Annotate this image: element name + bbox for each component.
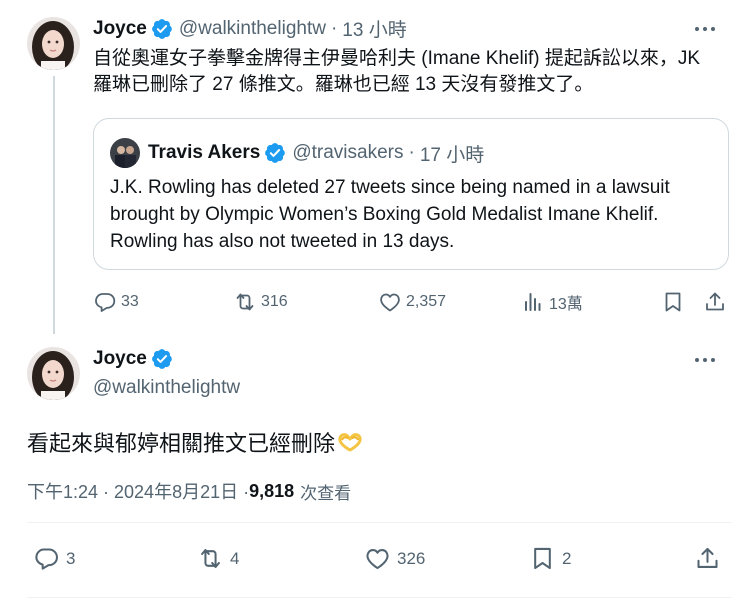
- like-icon: [380, 293, 400, 312]
- bookmark-icon: [534, 547, 551, 570]
- reply-button[interactable]: 33: [93, 290, 139, 314]
- tweet-meta: 下午1:24 · 2024年8月21日 · 9,818 次查看: [27, 478, 351, 504]
- quoted-tweet-text: J.K. Rowling has deleted 27 tweets since…: [110, 177, 670, 252]
- repost-button[interactable]: 316: [233, 290, 288, 314]
- avatar[interactable]: [27, 347, 80, 400]
- reply-count: 33: [121, 293, 139, 310]
- like-count: 326: [397, 548, 426, 568]
- reply-icon: [35, 548, 58, 570]
- repost-icon: [236, 293, 254, 311]
- reply-button[interactable]: 3: [33, 545, 75, 572]
- views-count: 13萬: [549, 296, 583, 313]
- share-button[interactable]: [694, 545, 727, 572]
- verified-badge-icon: [151, 348, 173, 370]
- repost-count: 4: [230, 548, 240, 568]
- separator-dot: ·: [330, 17, 338, 39]
- repost-icon: [201, 549, 220, 568]
- tweet-text: 自從奧運女子拳擊金牌得主伊曼哈利夫 (Imane Khelif) 提起訴訟以來，…: [93, 48, 700, 95]
- reply-icon: [95, 293, 116, 312]
- verified-badge-icon: [264, 142, 286, 164]
- quoted-tweet[interactable]: Travis Akers @travisakers · 17 小時 J.K. R…: [93, 118, 729, 270]
- author-name[interactable]: Joyce: [93, 18, 147, 40]
- quoted-avatar: [110, 138, 140, 168]
- quoted-tweet-time: 17 小時: [419, 144, 485, 166]
- bookmark-button[interactable]: 2: [529, 545, 571, 572]
- share-icon: [697, 547, 718, 568]
- tweet-time[interactable]: 13 小時: [342, 15, 406, 42]
- author-handle[interactable]: @walkinthelightw: [93, 377, 240, 399]
- tweet-header: Joyce @walkinthelightw · 13 小時: [93, 15, 407, 42]
- divider: [27, 522, 732, 523]
- repost-count: 316: [261, 293, 288, 310]
- bookmark-count: 2: [562, 548, 572, 568]
- views-button[interactable]: 13萬: [521, 290, 583, 314]
- separator-dot: ·: [408, 142, 415, 163]
- like-button[interactable]: 326: [364, 545, 425, 572]
- repost-button[interactable]: 4: [197, 545, 239, 572]
- share-button[interactable]: [703, 290, 731, 314]
- like-count: 2,357: [406, 293, 447, 310]
- tweet-actions-bar: 33 316 2,357 13萬: [93, 288, 732, 316]
- more-icon[interactable]: [692, 18, 718, 40]
- tweet-header: Joyce: [93, 348, 173, 370]
- views-icon: [525, 293, 541, 311]
- bookmark-button[interactable]: [661, 290, 689, 314]
- quoted-author-handle: @travisakers: [292, 142, 404, 163]
- avatar[interactable]: [27, 17, 80, 70]
- thread-connector-line: [53, 76, 55, 334]
- quoted-author-name: Travis Akers: [148, 142, 261, 163]
- more-icon[interactable]: [692, 349, 718, 371]
- share-icon: [706, 292, 724, 311]
- tweet-text-row: 看起來與郁婷相關推文已經刪除: [27, 426, 363, 458]
- tweet-actions-bar: 3 4 326 2: [27, 545, 732, 575]
- bookmark-icon: [665, 292, 681, 312]
- heart-hands-emoji: [337, 431, 363, 453]
- like-button[interactable]: 2,357: [378, 290, 446, 314]
- tweet-timestamp[interactable]: 下午1:24 · 2024年8月21日 ·: [27, 478, 249, 504]
- like-icon: [366, 549, 389, 570]
- tweet-text: 看起來與郁婷相關推文已經刪除: [27, 431, 336, 456]
- views-count: 9,818: [249, 480, 295, 501]
- reply-count: 3: [66, 548, 76, 568]
- views-label: 次查看: [300, 483, 352, 503]
- author-name[interactable]: Joyce: [93, 348, 147, 370]
- quoted-tweet-header: Travis Akers @travisakers · 17 小時: [110, 138, 484, 168]
- author-handle[interactable]: @walkinthelightw: [179, 18, 326, 40]
- verified-badge-icon: [151, 18, 173, 40]
